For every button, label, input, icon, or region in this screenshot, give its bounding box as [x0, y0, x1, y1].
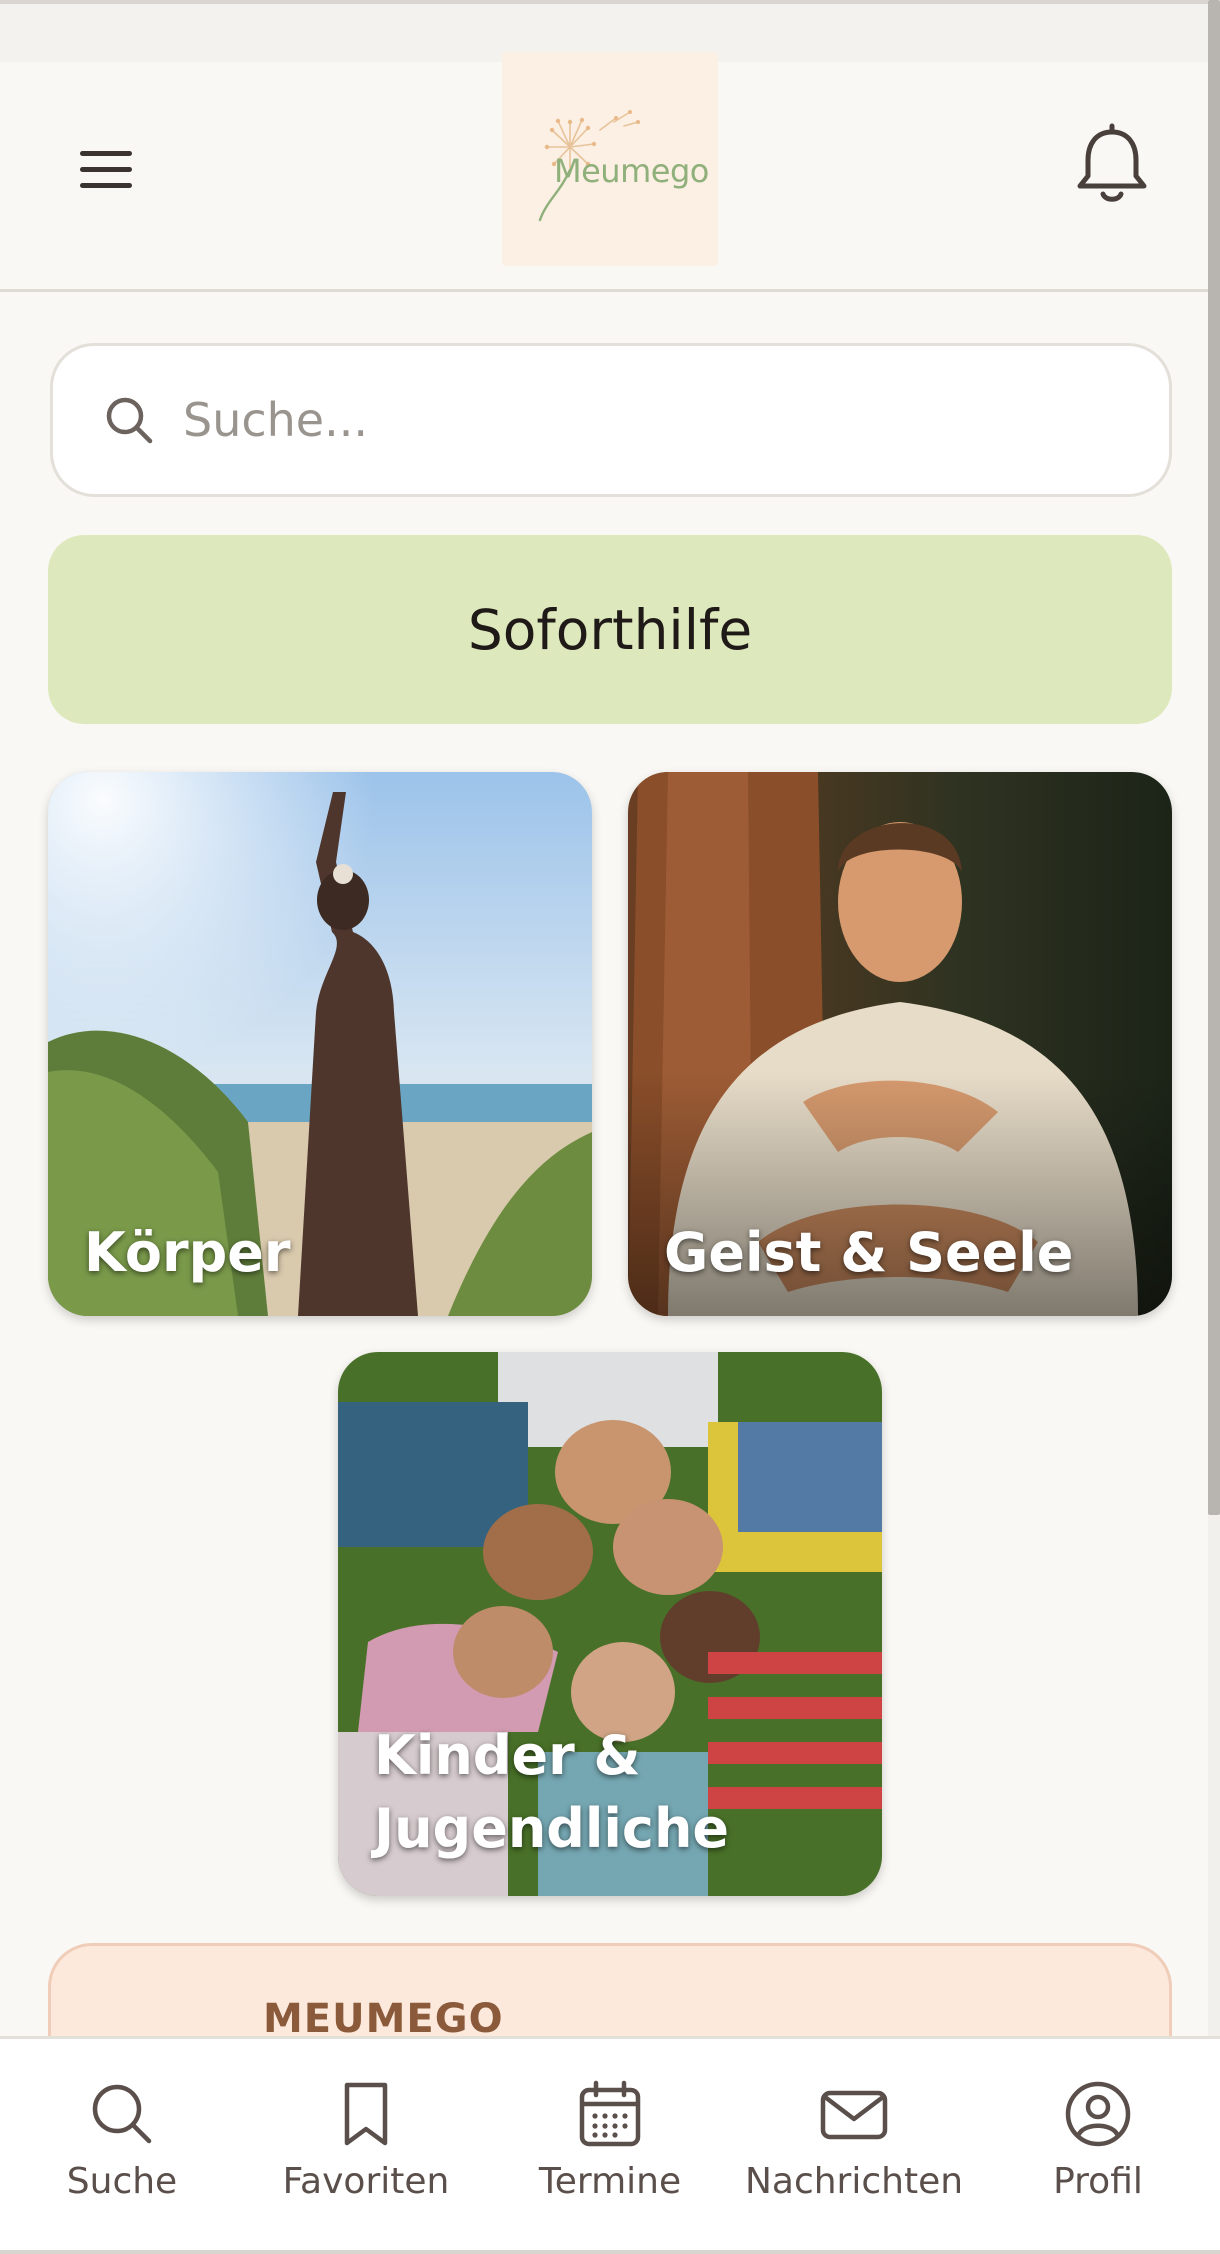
- calendar-icon: [579, 2080, 641, 2147]
- menu-button[interactable]: [62, 124, 152, 214]
- notifications-button[interactable]: [1072, 120, 1152, 210]
- bottom-navigation: Suche Favoriten Termine Nachrichten Prof…: [0, 2036, 1220, 2254]
- scrollbar-thumb[interactable]: [1208, 0, 1220, 1515]
- category-card-kinder-jugendliche[interactable]: Kinder & Jugendliche: [338, 1352, 882, 1896]
- user-circle-icon: [1065, 2081, 1131, 2147]
- category-label-line2: Jugendliche: [374, 1796, 730, 1860]
- category-label-kinder-jugendliche: Kinder & Jugendliche: [374, 1720, 729, 1866]
- nav-item-favoriten[interactable]: Favoriten: [244, 2079, 488, 2229]
- app-screen: Meumego Soforthilfe: [0, 0, 1220, 2254]
- hamburger-line: [80, 182, 132, 188]
- hamburger-menu-icon: [80, 150, 132, 156]
- search-input[interactable]: [183, 393, 1083, 447]
- nav-label-suche: Suche: [66, 2161, 178, 2202]
- category-label-line1: Kinder &: [374, 1724, 641, 1787]
- nav-label-favoriten: Favoriten: [282, 2161, 450, 2202]
- nav-item-nachrichten[interactable]: Nachrichten: [732, 2079, 976, 2229]
- search-bar[interactable]: [50, 343, 1172, 497]
- search-icon: [106, 397, 153, 444]
- nav-item-termine[interactable]: Termine: [488, 2079, 732, 2229]
- category-label-geist-seele: Geist & Seele: [664, 1221, 1074, 1284]
- scrollbar-track[interactable]: [1208, 0, 1220, 2254]
- nav-label-nachrichten: Nachrichten: [744, 2161, 964, 2202]
- nav-label-profil: Profil: [1053, 2161, 1143, 2202]
- category-card-geist-seele[interactable]: Geist & Seele: [628, 772, 1172, 1316]
- soforthilfe-label: Soforthilfe: [467, 597, 753, 662]
- home-indicator: [0, 2250, 1220, 2254]
- logo-text: Meumego: [554, 152, 709, 190]
- mail-icon: [820, 2090, 888, 2140]
- app-header: Meumego: [0, 52, 1208, 292]
- hamburger-line: [80, 166, 132, 172]
- nav-item-suche[interactable]: Suche: [0, 2079, 244, 2229]
- soforthilfe-button[interactable]: Soforthilfe: [48, 535, 1172, 724]
- bell-icon: [1077, 123, 1147, 202]
- category-label-koerper: Körper: [84, 1221, 291, 1284]
- bookmark-icon: [344, 2082, 388, 2146]
- app-logo[interactable]: Meumego: [502, 52, 718, 266]
- category-card-koerper[interactable]: Körper: [48, 772, 592, 1316]
- nav-label-termine: Termine: [538, 2161, 682, 2202]
- search-icon: [92, 2084, 152, 2144]
- nav-item-profil[interactable]: Profil: [976, 2079, 1220, 2229]
